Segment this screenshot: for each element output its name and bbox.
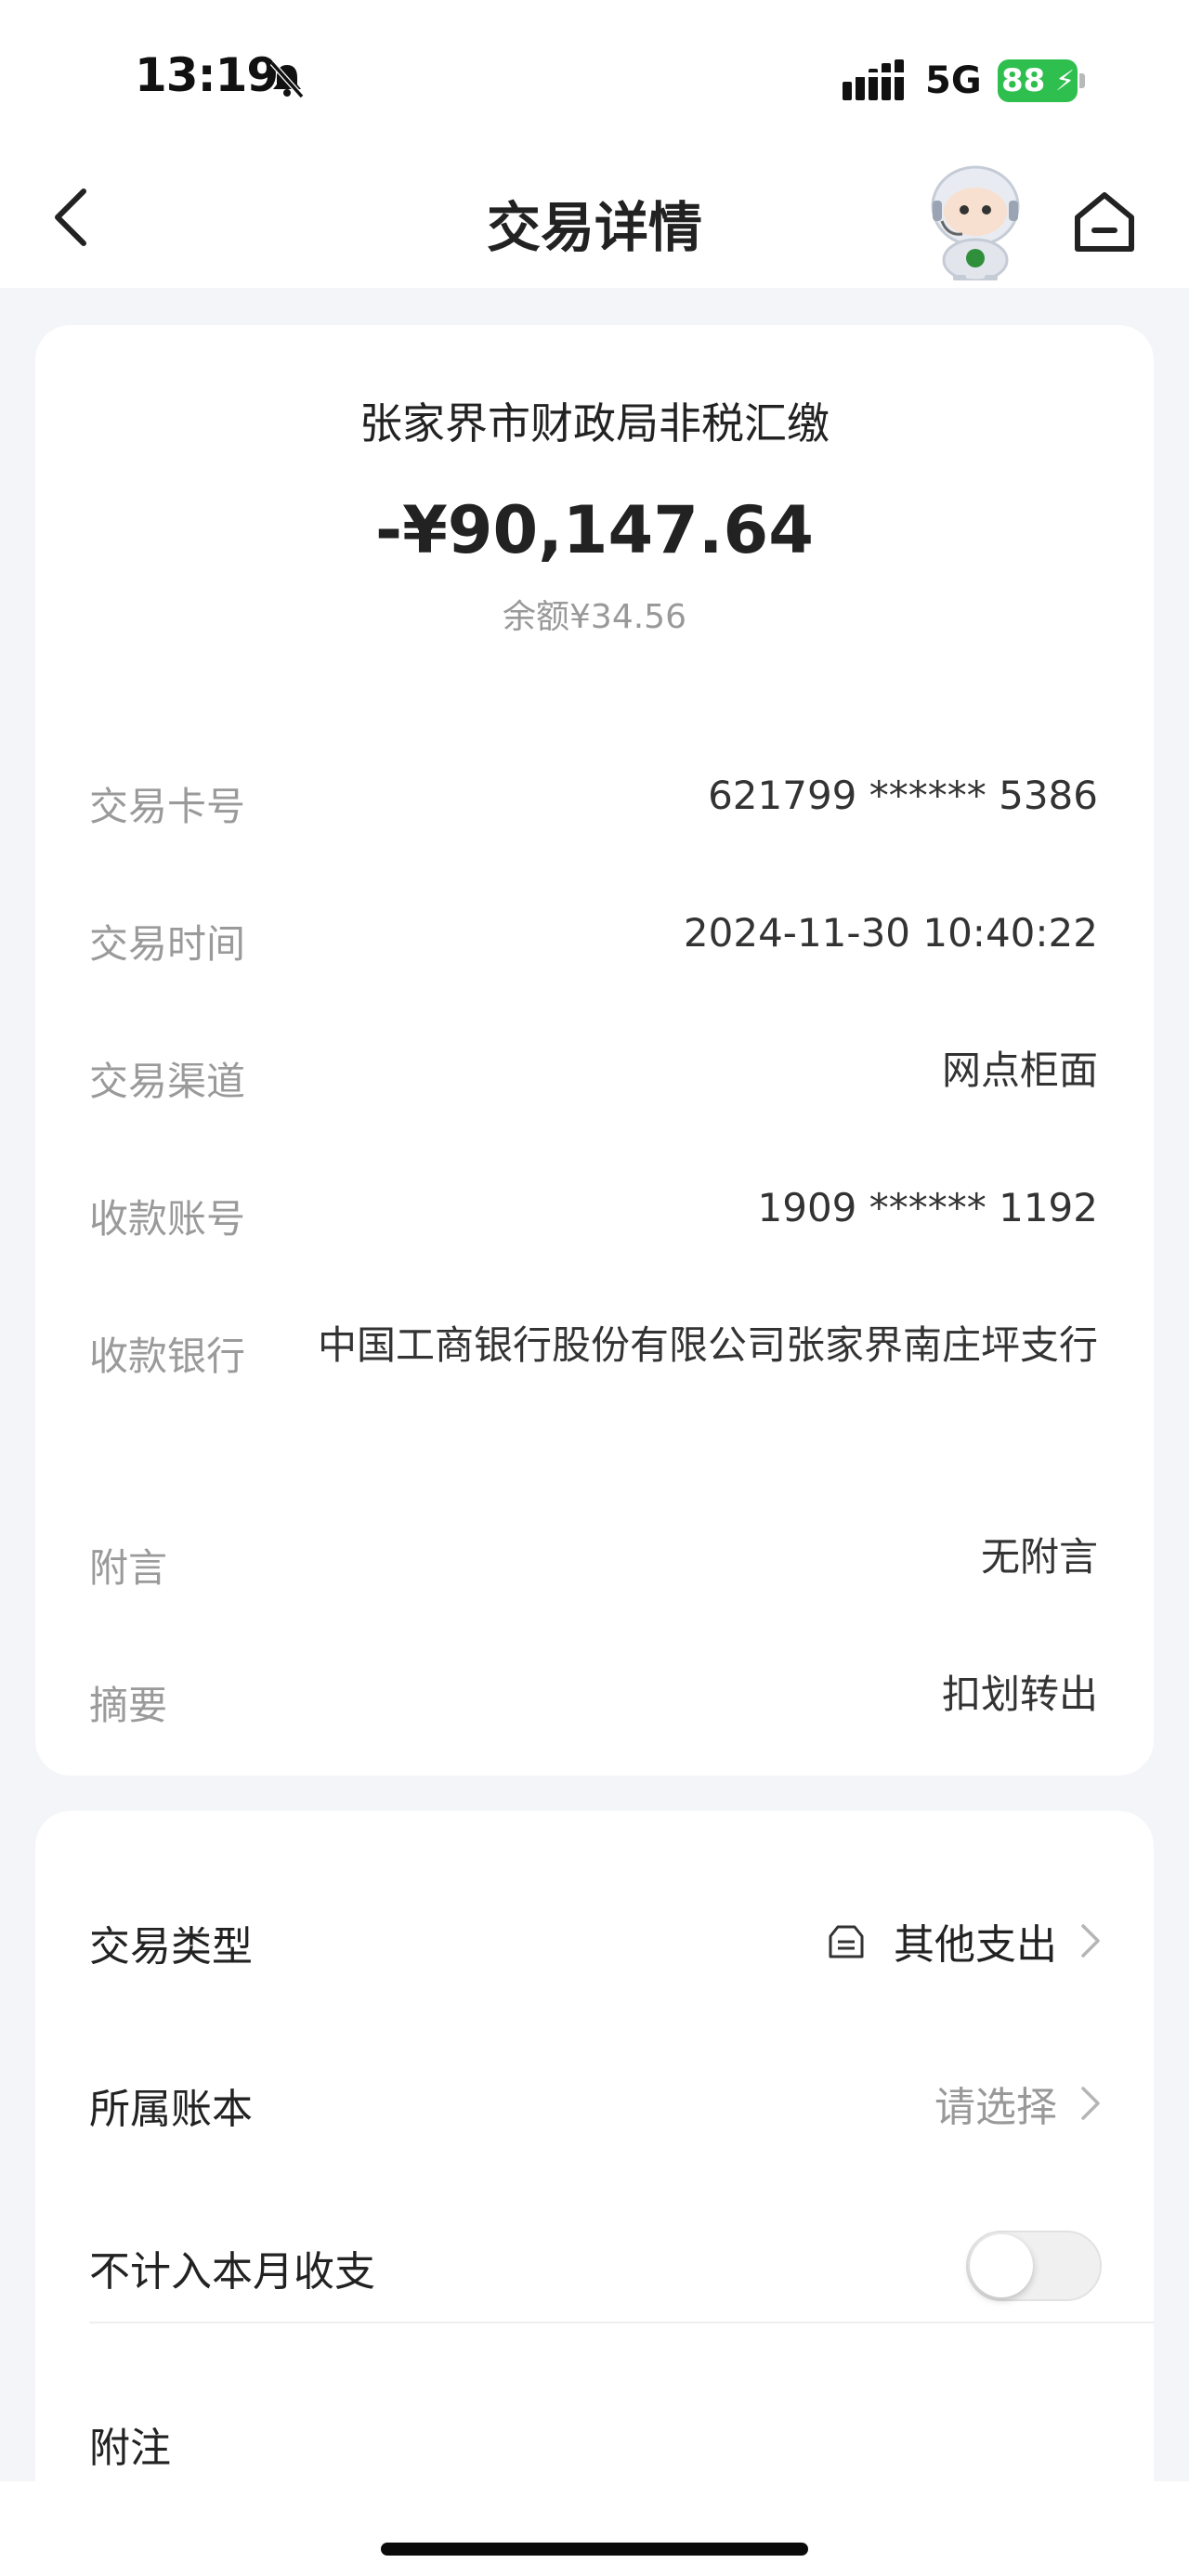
ledger-placeholder: 请选择 — [934, 2084, 1057, 2131]
navigation-bar: 交易详情 — [0, 149, 1189, 288]
note-label: 附注 — [89, 2425, 171, 2472]
transaction-type-value: 其他支出 — [894, 1921, 1057, 1969]
exclude-monthly-toggle[interactable] — [966, 2231, 1102, 2301]
home-icon[interactable] — [1070, 188, 1139, 256]
chevron-right-icon — [1081, 2087, 1100, 2120]
detail-value: 网点柜面 — [941, 1047, 1098, 1093]
detail-label: 附言 — [89, 1545, 168, 1591]
transaction-amount: -¥90,147.64 — [375, 492, 814, 568]
ledger-selector[interactable]: 请选择 — [934, 2075, 1102, 2131]
transaction-settings-card: 交易类型 其他支出 所属账本 请选择 不计入本月收支 附注 — [35, 1811, 1154, 2576]
exclude-monthly-label: 不计入本月收支 — [89, 2248, 375, 2296]
detail-label: 交易卡号 — [89, 784, 246, 829]
status-time: 13:19 — [135, 48, 279, 102]
home-indicator-area — [0, 2481, 1189, 2576]
detail-label: 摘要 — [89, 1683, 168, 1728]
toggle-knob — [970, 2234, 1033, 2297]
divider — [89, 2322, 1154, 2323]
detail-label: 交易渠道 — [89, 1059, 246, 1104]
merchant-name: 张家界市财政局非税汇缴 — [359, 398, 830, 449]
receipt-icon — [829, 1925, 864, 1958]
detail-value: 621799 ****** 5386 — [708, 773, 1098, 818]
transaction-type-selector[interactable]: 其他支出 — [825, 1913, 1102, 1969]
network-type: 5G — [925, 59, 982, 102]
robot-assistant-icon[interactable] — [920, 160, 1031, 280]
transaction-type-label: 交易类型 — [89, 1923, 253, 1971]
battery-icon: 88 ⚡ — [998, 59, 1087, 102]
detail-label: 收款银行 — [89, 1334, 246, 1379]
home-indicator[interactable] — [381, 2543, 808, 2556]
cellular-signal-icon — [843, 59, 904, 100]
detail-label: 收款账号 — [89, 1196, 246, 1242]
charging-bolt-icon: ⚡ — [1055, 65, 1076, 98]
ledger-label: 所属账本 — [89, 2086, 253, 2133]
detail-value: 2024-11-30 10:40:22 — [683, 910, 1098, 956]
transaction-detail-card: 张家界市财政局非税汇缴 -¥90,147.64 余额¥34.56 交易卡号 62… — [35, 325, 1154, 1776]
detail-label: 交易时间 — [89, 921, 246, 967]
bell-muted-icon — [269, 61, 305, 98]
detail-value: 1909 ****** 1192 — [757, 1185, 1098, 1230]
detail-value: 扣划转出 — [941, 1672, 1098, 1717]
detail-value: 中国工商银行股份有限公司张家界南庄坪支行 — [317, 1322, 1098, 1368]
battery-cap — [1079, 73, 1085, 88]
chevron-right-icon — [1081, 1924, 1100, 1958]
account-balance: 余额¥34.56 — [503, 598, 686, 636]
status-bar: 13:19 5G 88 ⚡ — [0, 0, 1189, 149]
detail-value: 无附言 — [980, 1534, 1098, 1580]
